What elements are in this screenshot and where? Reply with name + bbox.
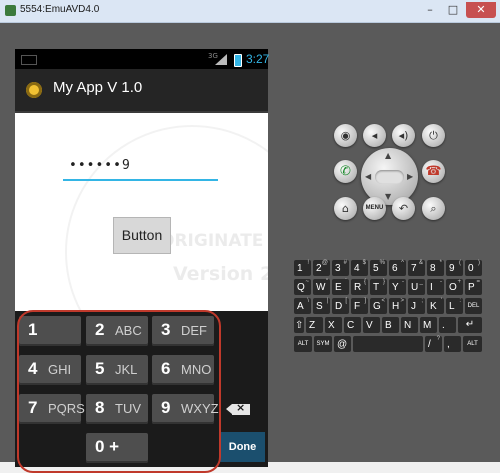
submit-button[interactable]: Button [113, 217, 171, 254]
status-time: 3:27 [246, 52, 270, 66]
maximize-button[interactable]: □ [443, 2, 463, 18]
dpad[interactable]: ▲ ▼ ◀ ▶ [361, 148, 418, 205]
qwerty-space-key[interactable] [353, 336, 423, 352]
qwerty-key[interactable]: F] [351, 298, 368, 314]
qwerty-shift-key[interactable]: ⇧ [294, 317, 304, 333]
watermark-text-2: Version 2 [173, 263, 268, 285]
qwerty-key[interactable]: U _ [408, 279, 425, 295]
search-icon[interactable]: ⌕ [422, 197, 445, 220]
end-call-icon[interactable]: ☎ [422, 160, 445, 183]
qwerty-key[interactable]: G < [370, 298, 387, 314]
dpad-down-icon[interactable]: ▼ [385, 192, 391, 201]
volume-up-icon[interactable]: ◂) [392, 124, 415, 147]
qwerty-key[interactable]: D[ [332, 298, 349, 314]
watermark-text-1: ORIGINATE [160, 231, 264, 251]
qwerty-key[interactable]: 9( [446, 260, 463, 276]
qwerty-key[interactable]: , [444, 336, 461, 352]
qwerty-key[interactable]: V [363, 317, 380, 333]
battery-icon [234, 54, 242, 67]
qwerty-key[interactable]: R{ [351, 279, 368, 295]
qwerty-enter-key[interactable]: ↵ [458, 317, 482, 333]
signal-icon [215, 54, 227, 65]
qwerty-key[interactable]: X [325, 317, 342, 333]
app-title: My App V 1.0 [53, 79, 143, 96]
qwerty-key[interactable]: O + [446, 279, 463, 295]
qwerty-key[interactable]: A \ [294, 298, 311, 314]
qwerty-key[interactable]: W " [313, 279, 330, 295]
app-content: ORIGINATE Version 2 Button [15, 113, 268, 311]
qwerty-key[interactable]: 7 & [408, 260, 425, 276]
qwerty-key[interactable]: @ [334, 336, 351, 352]
window-title: 5554:EmuAVD4.0 [20, 4, 100, 15]
action-bar: My App V 1.0 [15, 69, 268, 113]
qwerty-key[interactable]: B [382, 317, 399, 333]
qwerty-key[interactable]: I- [427, 279, 444, 295]
done-key[interactable]: Done [220, 432, 265, 462]
qwerty-key[interactable]: H > [389, 298, 406, 314]
home-icon[interactable]: ⌂ [334, 197, 357, 220]
qwerty-key[interactable]: Q ~ [294, 279, 311, 295]
keypad-highlight-annotation [17, 310, 221, 473]
qwerty-key[interactable]: 0) [465, 260, 482, 276]
qwerty-key[interactable]: 8 * [427, 260, 444, 276]
qwerty-key[interactable]: 3 # [332, 260, 349, 276]
dpad-up-icon[interactable]: ▲ [385, 151, 391, 160]
qwerty-alt-key-right[interactable]: ALT [463, 336, 482, 352]
qwerty-key[interactable]: 4 $ [351, 260, 368, 276]
qwerty-key[interactable]: K ' [427, 298, 444, 314]
emulator-app-icon [5, 5, 16, 16]
keyboard-notification-icon [21, 55, 37, 65]
qwerty-key[interactable]: . [439, 317, 456, 333]
qwerty-key[interactable]: J; [408, 298, 425, 314]
menu-button[interactable]: MENU [363, 197, 386, 220]
qwerty-del-key[interactable]: DEL [465, 298, 482, 314]
qwerty-alt-key[interactable]: ALT [294, 336, 312, 352]
call-icon[interactable]: ✆ [334, 160, 357, 183]
qwerty-key[interactable]: Y- [389, 279, 406, 295]
qwerty-key[interactable]: 1! [294, 260, 311, 276]
dpad-right-icon[interactable]: ▶ [407, 172, 413, 181]
dpad-center-button[interactable] [375, 170, 404, 184]
qwerty-key[interactable]: T} [370, 279, 387, 295]
qwerty-key[interactable]: C [344, 317, 361, 333]
qwerty-sym-key[interactable]: SYM [314, 336, 332, 352]
qwerty-key[interactable]: N [401, 317, 418, 333]
status-bar: 3G 3:27 [15, 49, 270, 69]
qwerty-key[interactable]: S | [313, 298, 330, 314]
window-title-bar: 5554:EmuAVD4.0 – □ ✕ [0, 0, 500, 23]
volume-down-icon[interactable]: ◂ [363, 124, 386, 147]
minimize-button[interactable]: – [420, 2, 440, 18]
emulator-body: 3G 3:27 My App V 1.0 ORIGINATE Version 2… [0, 23, 500, 473]
qwerty-key[interactable]: 2 @ [313, 260, 330, 276]
backspace-key[interactable]: × [220, 394, 263, 424]
qwerty-key[interactable]: 5% [370, 260, 387, 276]
qwerty-key[interactable]: Z [306, 317, 323, 333]
qwerty-key[interactable]: L: [446, 298, 463, 314]
phone-screen: 3G 3:27 My App V 1.0 ORIGINATE Version 2… [15, 49, 270, 473]
power-icon[interactable]: ⏻ [422, 124, 445, 147]
password-field[interactable] [63, 151, 218, 181]
dpad-left-icon[interactable]: ◀ [365, 172, 371, 181]
qwerty-key[interactable]: E ` [332, 279, 349, 295]
back-icon[interactable]: ↶ [392, 197, 415, 220]
close-button[interactable]: ✕ [466, 2, 496, 18]
qwerty-key[interactable]: M [420, 317, 437, 333]
qwerty-key[interactable]: /? [425, 336, 442, 352]
qwerty-key[interactable]: P = [465, 279, 482, 295]
qwerty-key[interactable]: 6 ^ [389, 260, 406, 276]
app-icon [26, 82, 42, 98]
camera-icon[interactable]: ◉ [334, 124, 357, 147]
backspace-icon: × [226, 401, 250, 415]
